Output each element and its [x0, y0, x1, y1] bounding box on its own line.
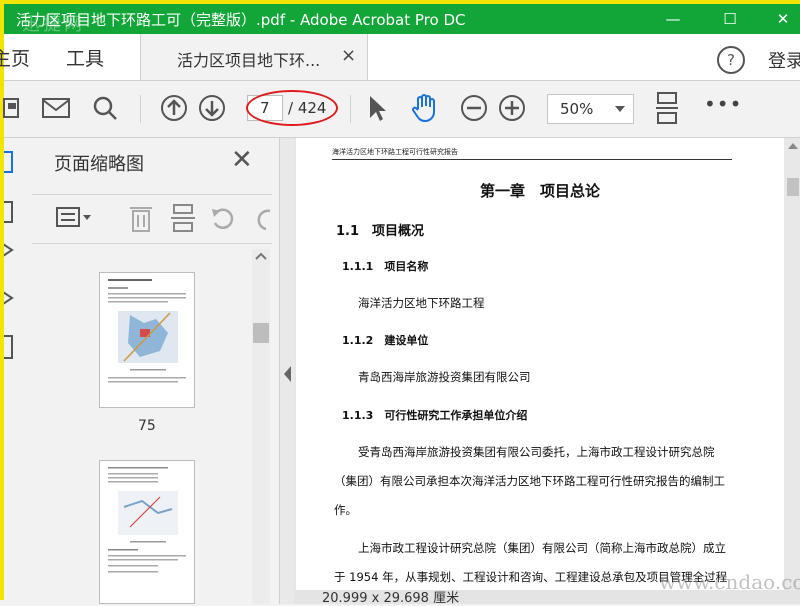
body-text: 上海市政工程设计研究总院（集团）有限公司（简称上海市政总院）成立: [358, 541, 726, 555]
fit-page-icon[interactable]: [652, 92, 682, 124]
watermark-logo: 迅捷网: [22, 14, 85, 35]
rotate-left-icon[interactable]: [210, 205, 236, 231]
page-thumbnail[interactable]: [99, 272, 195, 408]
body-text: 海洋活力区地下环路工程: [358, 296, 485, 310]
zoom-select[interactable]: 50%: [547, 94, 634, 124]
navigation-icons[interactable]: [4, 138, 18, 378]
thumbnail-scrollbar[interactable]: [252, 249, 270, 604]
chapter-heading: 第一章 项目总论: [479, 182, 600, 200]
scrollbar-thumb[interactable]: [253, 323, 269, 343]
left-tool-strip: [4, 138, 19, 604]
section-heading: 1.1 项目概况: [336, 224, 425, 239]
panel-title: 页面缩略图: [54, 154, 144, 175]
page-thumbnail[interactable]: [99, 460, 195, 604]
document-tab-label: 活力区项目地下环...: [177, 51, 321, 70]
mail-icon[interactable]: [41, 93, 71, 123]
zoom-out-icon[interactable]: [459, 93, 489, 123]
collapse-panel-icon[interactable]: [280, 138, 295, 604]
document-view[interactable]: 海洋活力区地下环路工程可行性研究报告 第一章 项目总论 1.1 项目概况 1.1…: [294, 138, 800, 604]
body-text: （集团）有限公司承担本次海洋活力区地下环路工程可行性研究报告的编制工: [334, 474, 725, 488]
header-rule: [332, 159, 732, 160]
scroll-up-icon[interactable]: [784, 138, 800, 152]
scroll-up-icon[interactable]: [252, 249, 270, 263]
subsection-heading: 1.1.3 可行性研究工作承担单位介绍: [342, 409, 528, 422]
hand-icon[interactable]: [409, 93, 439, 123]
page-size-readout: 20.999 x 29.698 厘米: [322, 591, 460, 606]
close-tab-icon[interactable]: ×: [341, 45, 356, 66]
watermark-text: www.cndao.com: [659, 570, 800, 594]
panel-toolbar: [32, 194, 272, 244]
maximize-button[interactable]: ☐: [713, 8, 747, 30]
chevron-down-icon: [615, 106, 625, 112]
select-arrow-icon[interactable]: [362, 93, 392, 123]
save-icon[interactable]: [0, 93, 28, 123]
search-icon[interactable]: [90, 93, 120, 123]
document-scrollbar[interactable]: [784, 138, 800, 590]
thumbnail-preview: [108, 467, 186, 573]
toolbar-divider: [140, 95, 141, 123]
running-header: 海洋活力区地下环路工程可行性研究报告: [332, 148, 458, 156]
rotate-right-icon[interactable]: [252, 205, 272, 231]
pdf-page: 海洋活力区地下环路工程可行性研究报告 第一章 项目总论 1.1 项目概况 1.1…: [296, 138, 784, 590]
help-icon[interactable]: ?: [717, 46, 745, 74]
body-text: 作。: [334, 503, 357, 517]
window-frame: 活力区项目地下环路工可（完整版）.pdf - Adobe Acrobat Pro…: [0, 0, 800, 606]
page-up-icon[interactable]: [159, 93, 189, 123]
subsection-heading: 1.1.2 建设单位: [342, 334, 429, 347]
page-down-icon[interactable]: [197, 93, 227, 123]
tab-bar: 主页 工具: [0, 34, 800, 81]
body-text: 受青岛西海岸旅游投资集团有限公司委托，上海市政工程设计研究总院: [358, 445, 715, 459]
toolbar-divider: [350, 95, 351, 123]
body-text: 青岛西海岸旅游投资集团有限公司: [358, 370, 531, 384]
tab-home[interactable]: 主页: [0, 44, 30, 71]
toolbar: 7 / 424 50%: [3, 81, 800, 138]
delete-page-icon[interactable]: [128, 203, 154, 233]
subsection-heading: 1.1.1 项目名称: [342, 260, 429, 273]
thumbnail-options-icon[interactable]: [56, 207, 94, 229]
zoom-in-icon[interactable]: [497, 93, 527, 123]
tab-document[interactable]: 活力区项目地下环... ×: [140, 34, 368, 80]
scrollbar-thumb[interactable]: [787, 178, 799, 196]
tab-tools[interactable]: 工具: [66, 44, 104, 71]
minimize-button[interactable]: —: [656, 8, 690, 30]
title-bar: 活力区项目地下环路工可（完整版）.pdf - Adobe Acrobat Pro…: [4, 4, 800, 35]
panel-collapse-strip[interactable]: [279, 138, 295, 604]
close-window-button[interactable]: ✕: [766, 8, 800, 30]
more-tools-button[interactable]: •••: [704, 92, 742, 116]
login-button[interactable]: 登录: [768, 47, 800, 73]
thumbnail-preview: [108, 279, 186, 383]
thumbnail-panel: 页面缩略图 ✕ 75: [18, 138, 279, 604]
close-panel-icon[interactable]: ✕: [231, 145, 253, 175]
zoom-value: 50%: [560, 100, 594, 118]
thumbnail-page-number: 75: [138, 418, 156, 434]
insert-page-icon[interactable]: [170, 203, 196, 233]
highlight-annotation: [246, 90, 338, 126]
